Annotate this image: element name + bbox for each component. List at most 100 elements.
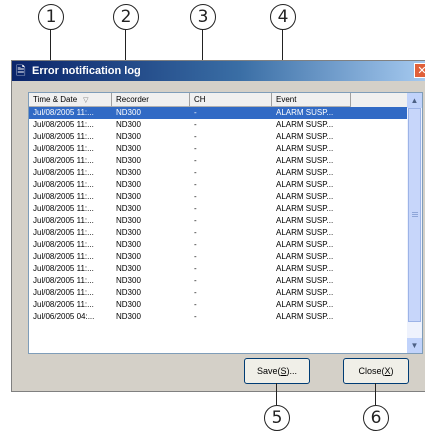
cell-event: ALARM SUSP... [276, 251, 333, 263]
table-row[interactable]: Jul/08/2005 11:...ND300-ALARM SUSP... [29, 299, 409, 311]
table-row[interactable]: Jul/08/2005 11:...ND300-ALARM SUSP... [29, 167, 409, 179]
callout-3: 3 [190, 4, 216, 30]
cell-event: ALARM SUSP... [276, 203, 333, 215]
table-row[interactable]: Jul/08/2005 11:...ND300-ALARM SUSP... [29, 251, 409, 263]
callout-5: 5 [264, 405, 290, 431]
error-log-list[interactable]: Time & Date ▽ Recorder CH Event Jul/08/20… [28, 92, 423, 354]
column-header-recorder[interactable]: Recorder [112, 93, 190, 107]
table-row[interactable]: Jul/08/2005 11:... ND300 - ALARM SUSP... [29, 179, 409, 191]
title-bar[interactable]: 🗎 Error notification log ✕ [12, 61, 425, 81]
cell-recorder: ND300 [116, 299, 141, 311]
cell-time: Jul/08/2005 11:... [33, 203, 94, 215]
window-title: Error notification log [32, 64, 141, 78]
table-row[interactable]: Jul/08/2005 11:...ND300-ALARM SUSP... [29, 107, 409, 119]
column-label: Event [276, 95, 296, 104]
cell-ch: - [194, 239, 197, 251]
cell-ch: - [194, 155, 197, 167]
cell-event: ALARM SUSP... [276, 263, 333, 275]
cell-time: Jul/08/2005 11:... [33, 107, 94, 119]
cell-ch: - [194, 143, 197, 155]
close-mnemonic: X [385, 366, 391, 376]
cell-event: ALARM SUSP... [276, 275, 333, 287]
column-header-event[interactable]: Event [272, 93, 351, 107]
column-label: CH [194, 95, 206, 104]
cell-recorder: ND300 [116, 167, 141, 179]
scroll-thumb[interactable] [408, 108, 421, 322]
cell-time: Jul/08/2005 11:... [33, 215, 94, 227]
cell-ch: - [194, 215, 197, 227]
cell-recorder: ND300 [116, 275, 141, 287]
cell-recorder: ND300 [116, 107, 141, 119]
list-header: Time & Date ▽ Recorder CH Event [29, 93, 422, 107]
cell-ch: - [194, 227, 197, 239]
close-button[interactable]: Close(X) [343, 358, 409, 384]
table-row[interactable]: Jul/08/2005 11:...ND300-ALARM SUSP... [29, 227, 409, 239]
close-window-button[interactable]: ✕ [414, 63, 425, 78]
cell-time: Jul/08/2005 11:... [33, 287, 94, 299]
error-log-dialog: 🗎 Error notification log ✕ Time & Date ▽ … [11, 60, 425, 392]
cell-event: ALARM SUSP... [276, 131, 333, 143]
close-label: Close [358, 366, 381, 376]
log-window-icon: 🗎 [16, 64, 26, 78]
table-row[interactable]: Jul/08/2005 11:...ND300-ALARM SUSP... [29, 239, 409, 251]
cell-event: ALARM SUSP... [276, 119, 333, 131]
cell-time: Jul/08/2005 11:... [33, 191, 94, 203]
column-label: Time & Date [33, 95, 77, 104]
cell-recorder: ND300 [116, 179, 141, 191]
cell-time: Jul/08/2005 11:... [33, 227, 94, 239]
cell-event: ALARM SUSP... [276, 287, 333, 299]
table-row[interactable]: Jul/08/2005 11:...ND300-ALARM SUSP... [29, 263, 409, 275]
cell-recorder: ND300 [116, 143, 141, 155]
cell-recorder: ND300 [116, 119, 141, 131]
table-row[interactable]: Jul/08/2005 11:...ND300-ALARM SUSP... [29, 287, 409, 299]
grip-icon [412, 212, 418, 213]
cell-ch: - [194, 251, 197, 263]
cell-ch: - [194, 191, 197, 203]
cell-time: Jul/08/2005 11:... [33, 179, 94, 191]
cell-event: ALARM SUSP... [276, 143, 333, 155]
cell-time: Jul/08/2005 11:... [33, 275, 94, 287]
cell-ch: - [194, 119, 197, 131]
callout-4: 4 [270, 4, 296, 30]
cell-event: ALARM SUSP... [276, 179, 333, 191]
cell-time: Jul/08/2005 11:... [33, 167, 94, 179]
cell-time: Jul/08/2005 11:... [33, 239, 94, 251]
cell-event: ALARM SUSP... [276, 299, 333, 311]
save-button[interactable]: Save(S)... [244, 358, 310, 384]
cell-event: ALARM SUSP... [276, 107, 333, 119]
table-row[interactable]: Jul/08/2005 11:...ND300-ALARM SUSP... [29, 131, 409, 143]
sort-descending-icon: ▽ [83, 97, 88, 104]
cell-ch: - [194, 179, 197, 191]
scroll-down-button[interactable]: ▼ [407, 338, 422, 353]
table-row[interactable]: Jul/08/2005 11:...ND300-ALARM SUSP... [29, 155, 409, 167]
cell-event: ALARM SUSP... [276, 191, 333, 203]
cell-recorder: ND300 [116, 287, 141, 299]
cell-ch: - [194, 275, 197, 287]
table-row[interactable]: Jul/08/2005 11:... ND300 - ALARM SUSP... [29, 119, 409, 131]
table-row[interactable]: Jul/08/2005 11:...ND300-ALARM SUSP... [29, 203, 409, 215]
table-row[interactable]: Jul/08/2005 11:...ND300-ALARM SUSP... [29, 215, 409, 227]
cell-time: Jul/08/2005 11:... [33, 155, 94, 167]
save-suffix: ... [290, 366, 298, 376]
cell-recorder: ND300 [116, 215, 141, 227]
close-icon: ✕ [417, 65, 425, 77]
cell-ch: - [194, 311, 197, 323]
cell-recorder: ND300 [116, 227, 141, 239]
column-header-ch[interactable]: CH [190, 93, 272, 107]
cell-recorder: ND300 [116, 191, 141, 203]
cell-event: ALARM SUSP... [276, 167, 333, 179]
cell-ch: - [194, 203, 197, 215]
cell-time: Jul/08/2005 11:... [33, 119, 94, 131]
column-header-time-date[interactable]: Time & Date ▽ [29, 93, 112, 107]
scroll-up-button[interactable]: ▲ [407, 93, 422, 108]
cell-ch: - [194, 131, 197, 143]
cell-event: ALARM SUSP... [276, 239, 333, 251]
cell-recorder: ND300 [116, 131, 141, 143]
table-row[interactable]: Jul/08/2005 11:... ND300 - ALARM SUSP... [29, 191, 409, 203]
cell-time: Jul/08/2005 11:... [33, 143, 94, 155]
save-label: Save [257, 366, 278, 376]
table-row[interactable]: Jul/06/2005 04:...ND300-ALARM SUSP... [29, 311, 409, 323]
table-row[interactable]: Jul/08/2005 11:... ND300 - ALARM SUSP... [29, 275, 409, 287]
vertical-scrollbar[interactable]: ▲ ▼ [407, 93, 422, 353]
table-row[interactable]: Jul/08/2005 11:... ND300 - ALARM SUSP... [29, 143, 409, 155]
